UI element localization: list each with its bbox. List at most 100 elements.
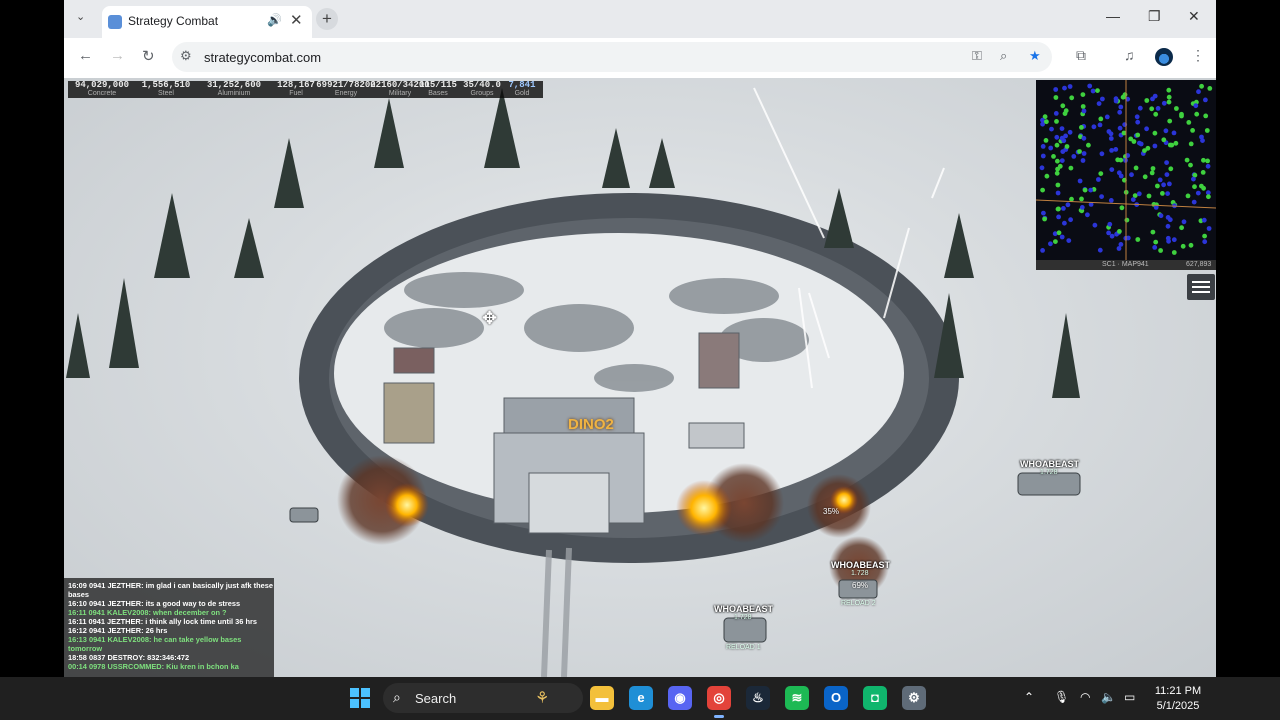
minimap-dot: [1066, 238, 1072, 244]
forward-arrow-icon[interactable]: →: [110, 47, 125, 64]
bookmark-star-icon[interactable]: ★: [1029, 48, 1041, 64]
site-favicon-icon: [108, 15, 122, 29]
minimap-dot: [1053, 87, 1059, 92]
minimap-dot: [1134, 114, 1140, 120]
unit-tag: 1.728: [1040, 469, 1058, 476]
back-arrow-icon[interactable]: ←: [78, 47, 93, 64]
chat-log[interactable]: 16:09 0941 JEZTHER: im glad i can basica…: [64, 578, 274, 677]
discord-icon[interactable]: ◉: [668, 686, 692, 710]
new-tab-button[interactable]: +: [316, 8, 338, 30]
media-control-icon[interactable]: ♫: [1124, 47, 1135, 63]
extensions-puzzle-icon[interactable]: ⧉: [1076, 47, 1086, 64]
minimize-button[interactable]: —: [1106, 8, 1120, 24]
minimap-dot: [1152, 93, 1158, 99]
minimap-dot: [1064, 144, 1070, 149]
minimap-dot: [1055, 166, 1060, 172]
hamburger-menu-icon[interactable]: [1187, 274, 1215, 300]
minimap-dot: [1173, 140, 1179, 146]
minimap-dot: [1118, 104, 1124, 110]
minimap-dot: [1051, 154, 1056, 159]
minimap-dot: [1137, 105, 1143, 111]
wifi-icon[interactable]: ◠: [1080, 690, 1090, 704]
chat-line: 16:11 0941 JEZTHER: i think ally lock ti…: [68, 617, 257, 626]
minimap-dot: [1063, 108, 1069, 114]
minimap-dot: [1040, 153, 1046, 159]
minimap-dot: [1133, 165, 1139, 171]
minimap-dot: [1042, 216, 1047, 222]
minimap-dot: [1201, 157, 1206, 163]
minimap-dot: [1171, 237, 1177, 243]
tray-chevron-up-icon[interactable]: ⌃: [1024, 690, 1034, 704]
game-viewport[interactable]: 94,029,000 Concrete 1,556,510 Steel 31,252…: [64, 78, 1216, 677]
spotify-icon[interactable]: ≋: [785, 686, 809, 710]
unit-name[interactable]: WHOABEAST: [714, 604, 773, 614]
minimap-dot: [1152, 130, 1158, 136]
password-key-icon[interactable]: ⚿: [972, 48, 982, 64]
settings-icon[interactable]: ⚙: [902, 686, 926, 710]
minimap-dot: [1206, 226, 1212, 231]
minimap-dot: [1150, 229, 1156, 235]
minimap-dot: [1165, 235, 1171, 241]
minimap-dot: [1054, 119, 1059, 124]
minimap-dot: [1153, 239, 1159, 245]
minimap-dot: [1054, 170, 1060, 176]
microphone-icon[interactable]: 🎙: [1054, 690, 1069, 704]
resource-energy: 69921/78200 Energy: [316, 80, 376, 98]
minimap-dot: [1069, 196, 1074, 202]
minimap-dot: [1130, 197, 1136, 202]
minimap-dot: [1079, 125, 1084, 130]
tab-title: Strategy Combat: [128, 14, 219, 28]
minimap-dot: [1109, 148, 1114, 153]
minimap-dot: [1080, 158, 1086, 163]
edge-icon[interactable]: e: [629, 686, 653, 710]
minimap-dot: [1071, 154, 1077, 159]
minimap-dot: [1119, 205, 1125, 211]
battery-icon[interactable]: ▭: [1124, 690, 1135, 704]
minimap-dot: [1053, 111, 1059, 116]
zoom-icon[interactable]: ⌕: [1000, 48, 1007, 64]
reload-icon[interactable]: ↻: [142, 47, 155, 65]
speaker-icon[interactable]: 🔊: [267, 13, 282, 27]
minimap[interactable]: [1036, 80, 1216, 260]
steam-icon[interactable]: ♨: [746, 686, 770, 710]
minimap-dot: [1135, 237, 1141, 242]
minimap-dot: [1166, 87, 1172, 93]
system-clock[interactable]: 11:21 PM 5/1/2025: [1148, 684, 1208, 714]
minimap-dot: [1205, 158, 1210, 164]
minimap-dot: [1068, 217, 1073, 223]
minimap-dot: [1054, 134, 1060, 140]
tab-search-chevron-icon[interactable]: ⌄: [76, 10, 85, 23]
minimap-dot: [1117, 229, 1122, 234]
taskbar-search[interactable]: ⌕ Search ⚘: [383, 683, 583, 713]
chrome-icon[interactable]: ◎: [707, 686, 731, 718]
restore-button[interactable]: ❐: [1148, 8, 1161, 25]
profile-avatar[interactable]: [1155, 48, 1173, 66]
site-info-icon[interactable]: ⚙: [180, 48, 192, 64]
minimap-dot: [1097, 247, 1103, 253]
tab-strategy-combat[interactable]: Strategy Combat 🔊 ✕: [102, 6, 312, 38]
tab-close-icon[interactable]: ✕: [290, 11, 303, 29]
road: [541, 547, 572, 677]
outlook-icon[interactable]: O: [824, 686, 848, 710]
windows-start-icon[interactable]: [350, 688, 370, 708]
minimap-dot: [1082, 187, 1088, 193]
chat-line: 16:13 0941 KALEV2008: he can take yellow…: [68, 635, 244, 653]
minimap-dot: [1080, 104, 1086, 109]
minimap-dot: [1088, 187, 1094, 193]
chat-line: 16:10 0941 JEZTHER: its a good way to de…: [68, 599, 241, 608]
volume-icon[interactable]: 🔈: [1101, 690, 1116, 704]
browser-menu-icon[interactable]: ⋮: [1191, 47, 1205, 64]
window-close-button[interactable]: ✕: [1188, 8, 1200, 25]
address-url[interactable]: strategycombat.com: [204, 50, 321, 65]
teams-app-icon[interactable]: ◘: [863, 686, 887, 710]
unit-name[interactable]: WHOABEAST: [1020, 459, 1079, 469]
search-input[interactable]: Search: [415, 691, 456, 706]
minimap-dot: [1108, 136, 1114, 141]
minimap-dot: [1053, 95, 1059, 100]
minimap-dot: [1041, 210, 1046, 216]
unit-name[interactable]: WHOABEAST: [831, 560, 890, 570]
minimap-dot: [1106, 230, 1111, 236]
file-explorer-icon[interactable]: ▬: [590, 686, 614, 710]
minimap-dot: [1161, 100, 1167, 106]
address-bar[interactable]: ⚙ strategycombat.com ⚿ ⌕ ★: [172, 42, 1052, 72]
